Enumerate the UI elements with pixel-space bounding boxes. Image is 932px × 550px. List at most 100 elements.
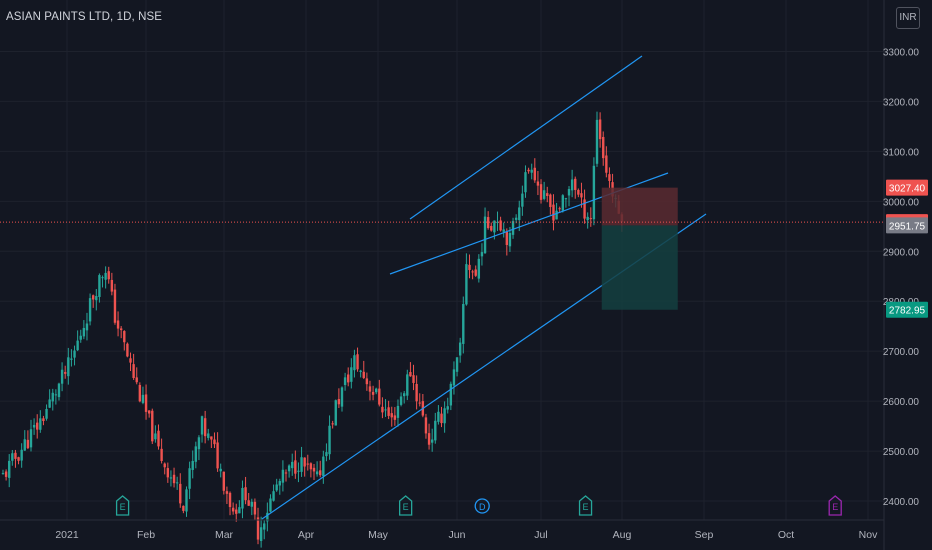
candle <box>511 217 515 239</box>
candle <box>434 412 437 444</box>
candle-body <box>45 408 48 419</box>
price-label-target-level: 2782.95 <box>886 301 928 318</box>
candle <box>322 450 325 484</box>
candle <box>602 131 605 166</box>
candle <box>95 289 98 311</box>
candle <box>334 399 337 426</box>
candle-body <box>300 457 303 472</box>
candle <box>107 266 110 284</box>
event-marker[interactable]: E <box>578 495 593 516</box>
candle <box>51 388 54 411</box>
time-tick-label: May <box>368 529 389 541</box>
currency-button[interactable]: INR <box>896 7 920 29</box>
candle-body <box>29 429 33 448</box>
candle <box>269 494 272 513</box>
candle-body <box>281 469 285 483</box>
candle-body <box>583 199 586 219</box>
candle-body <box>259 527 263 541</box>
candle <box>157 424 160 450</box>
candle <box>499 216 502 232</box>
candle-body <box>465 264 468 305</box>
candle <box>82 320 86 340</box>
candle-body <box>415 383 418 402</box>
candle <box>315 461 319 477</box>
chart-container[interactable]: 2400.002500.002600.002700.002800.002900.… <box>0 0 932 550</box>
event-marker[interactable]: E <box>399 495 413 516</box>
event-label: E <box>583 502 589 512</box>
candle <box>23 430 26 451</box>
candle-body <box>586 216 589 221</box>
candle <box>437 405 440 425</box>
candle <box>88 293 92 326</box>
candle <box>390 406 393 427</box>
candle-body <box>200 416 204 435</box>
candle <box>458 337 462 363</box>
candle <box>36 414 39 439</box>
candle <box>160 438 163 464</box>
candle-body <box>36 422 39 430</box>
candle <box>586 212 589 229</box>
candle-body <box>51 392 54 402</box>
candle <box>309 462 313 478</box>
candle-body <box>409 372 412 377</box>
candle-body <box>343 377 347 385</box>
candle-body <box>483 216 487 254</box>
candle <box>381 397 384 419</box>
candle-body <box>42 418 45 422</box>
candle <box>375 387 378 395</box>
event-marker[interactable]: E <box>828 495 842 516</box>
candle-body <box>207 433 210 438</box>
time-tick-label: Aug <box>613 529 632 541</box>
candle <box>20 443 23 468</box>
candle-body <box>570 179 574 191</box>
candle-body <box>48 399 51 408</box>
candle-body <box>1 473 5 475</box>
candle <box>446 397 449 414</box>
candle <box>371 385 375 401</box>
candle-body <box>151 410 154 442</box>
candle <box>350 358 353 389</box>
candle-body <box>213 439 216 445</box>
candle-body <box>182 505 185 511</box>
price-label-stop-level: 3027.40 <box>886 179 928 196</box>
candle-body <box>527 169 530 172</box>
candle-body <box>452 369 456 386</box>
candle <box>26 430 30 450</box>
event-label: D <box>479 502 486 512</box>
candle <box>328 415 331 460</box>
candle <box>228 491 232 516</box>
event-marker[interactable]: D <box>474 498 490 514</box>
candle-body <box>378 388 381 405</box>
candle-body <box>589 218 592 220</box>
candle <box>287 464 291 478</box>
price-label-text: 2782.95 <box>889 306 926 317</box>
candle <box>235 503 238 522</box>
candle-body <box>203 418 207 437</box>
candle <box>542 181 546 201</box>
candle <box>197 435 201 461</box>
price-tick-label: 3000.00 <box>883 197 920 208</box>
candle-body <box>169 477 173 479</box>
candle <box>188 461 191 500</box>
candle <box>116 311 120 337</box>
event-marker[interactable]: E <box>115 495 130 516</box>
candle <box>166 462 170 483</box>
candle-body <box>384 409 387 411</box>
candle <box>477 254 481 283</box>
price-tick-label: 2700.00 <box>883 347 920 358</box>
candle-body <box>294 460 297 474</box>
candle-body <box>135 377 138 383</box>
candle <box>194 441 198 469</box>
chart-canvas[interactable]: 2400.002500.002600.002700.002800.002900.… <box>0 0 932 550</box>
candle <box>147 410 151 418</box>
candle-body <box>558 208 561 210</box>
candle-body <box>539 184 543 200</box>
candle-body <box>163 463 166 468</box>
candle-body <box>337 399 341 405</box>
candle-body <box>418 402 421 404</box>
candle-body <box>446 406 449 410</box>
candle <box>577 188 580 198</box>
candle <box>4 469 8 481</box>
candle-body <box>23 439 26 451</box>
candle-body <box>17 457 20 461</box>
